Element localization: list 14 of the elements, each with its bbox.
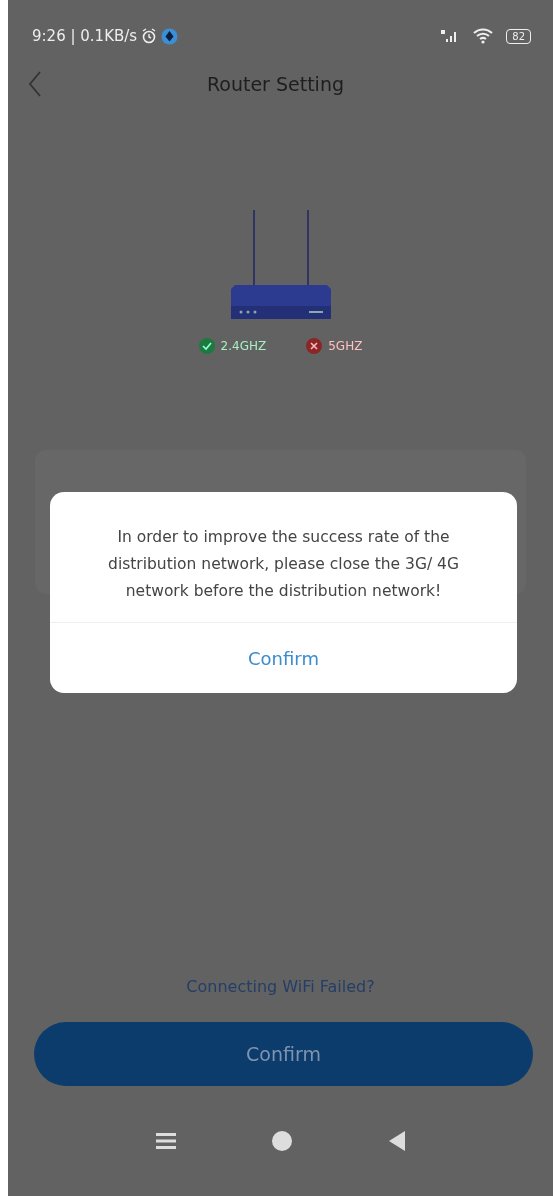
- band-label: 5GHZ: [328, 339, 363, 353]
- menu-icon[interactable]: [156, 1132, 177, 1150]
- wifi-icon: [472, 28, 495, 44]
- alarm-icon: [141, 28, 158, 44]
- back-icon[interactable]: [388, 1131, 405, 1151]
- page-title: Router Setting: [205, 73, 345, 95]
- battery-indicator: 82: [506, 28, 531, 44]
- dialog-confirm-button[interactable]: Confirm: [50, 623, 517, 693]
- status-time: 9:26 | 0.1KB/s: [32, 27, 138, 45]
- confirm-button[interactable]: Confirm: [34, 1022, 533, 1086]
- dialog-message: In order to improve the success rate of the distribution network, please close the 3G/ 4G network before the distribution network!: [107, 527, 460, 602]
- home-icon[interactable]: [272, 1131, 293, 1151]
- band-label: 2.4GHZ: [220, 339, 267, 353]
- app-icon: [161, 27, 179, 45]
